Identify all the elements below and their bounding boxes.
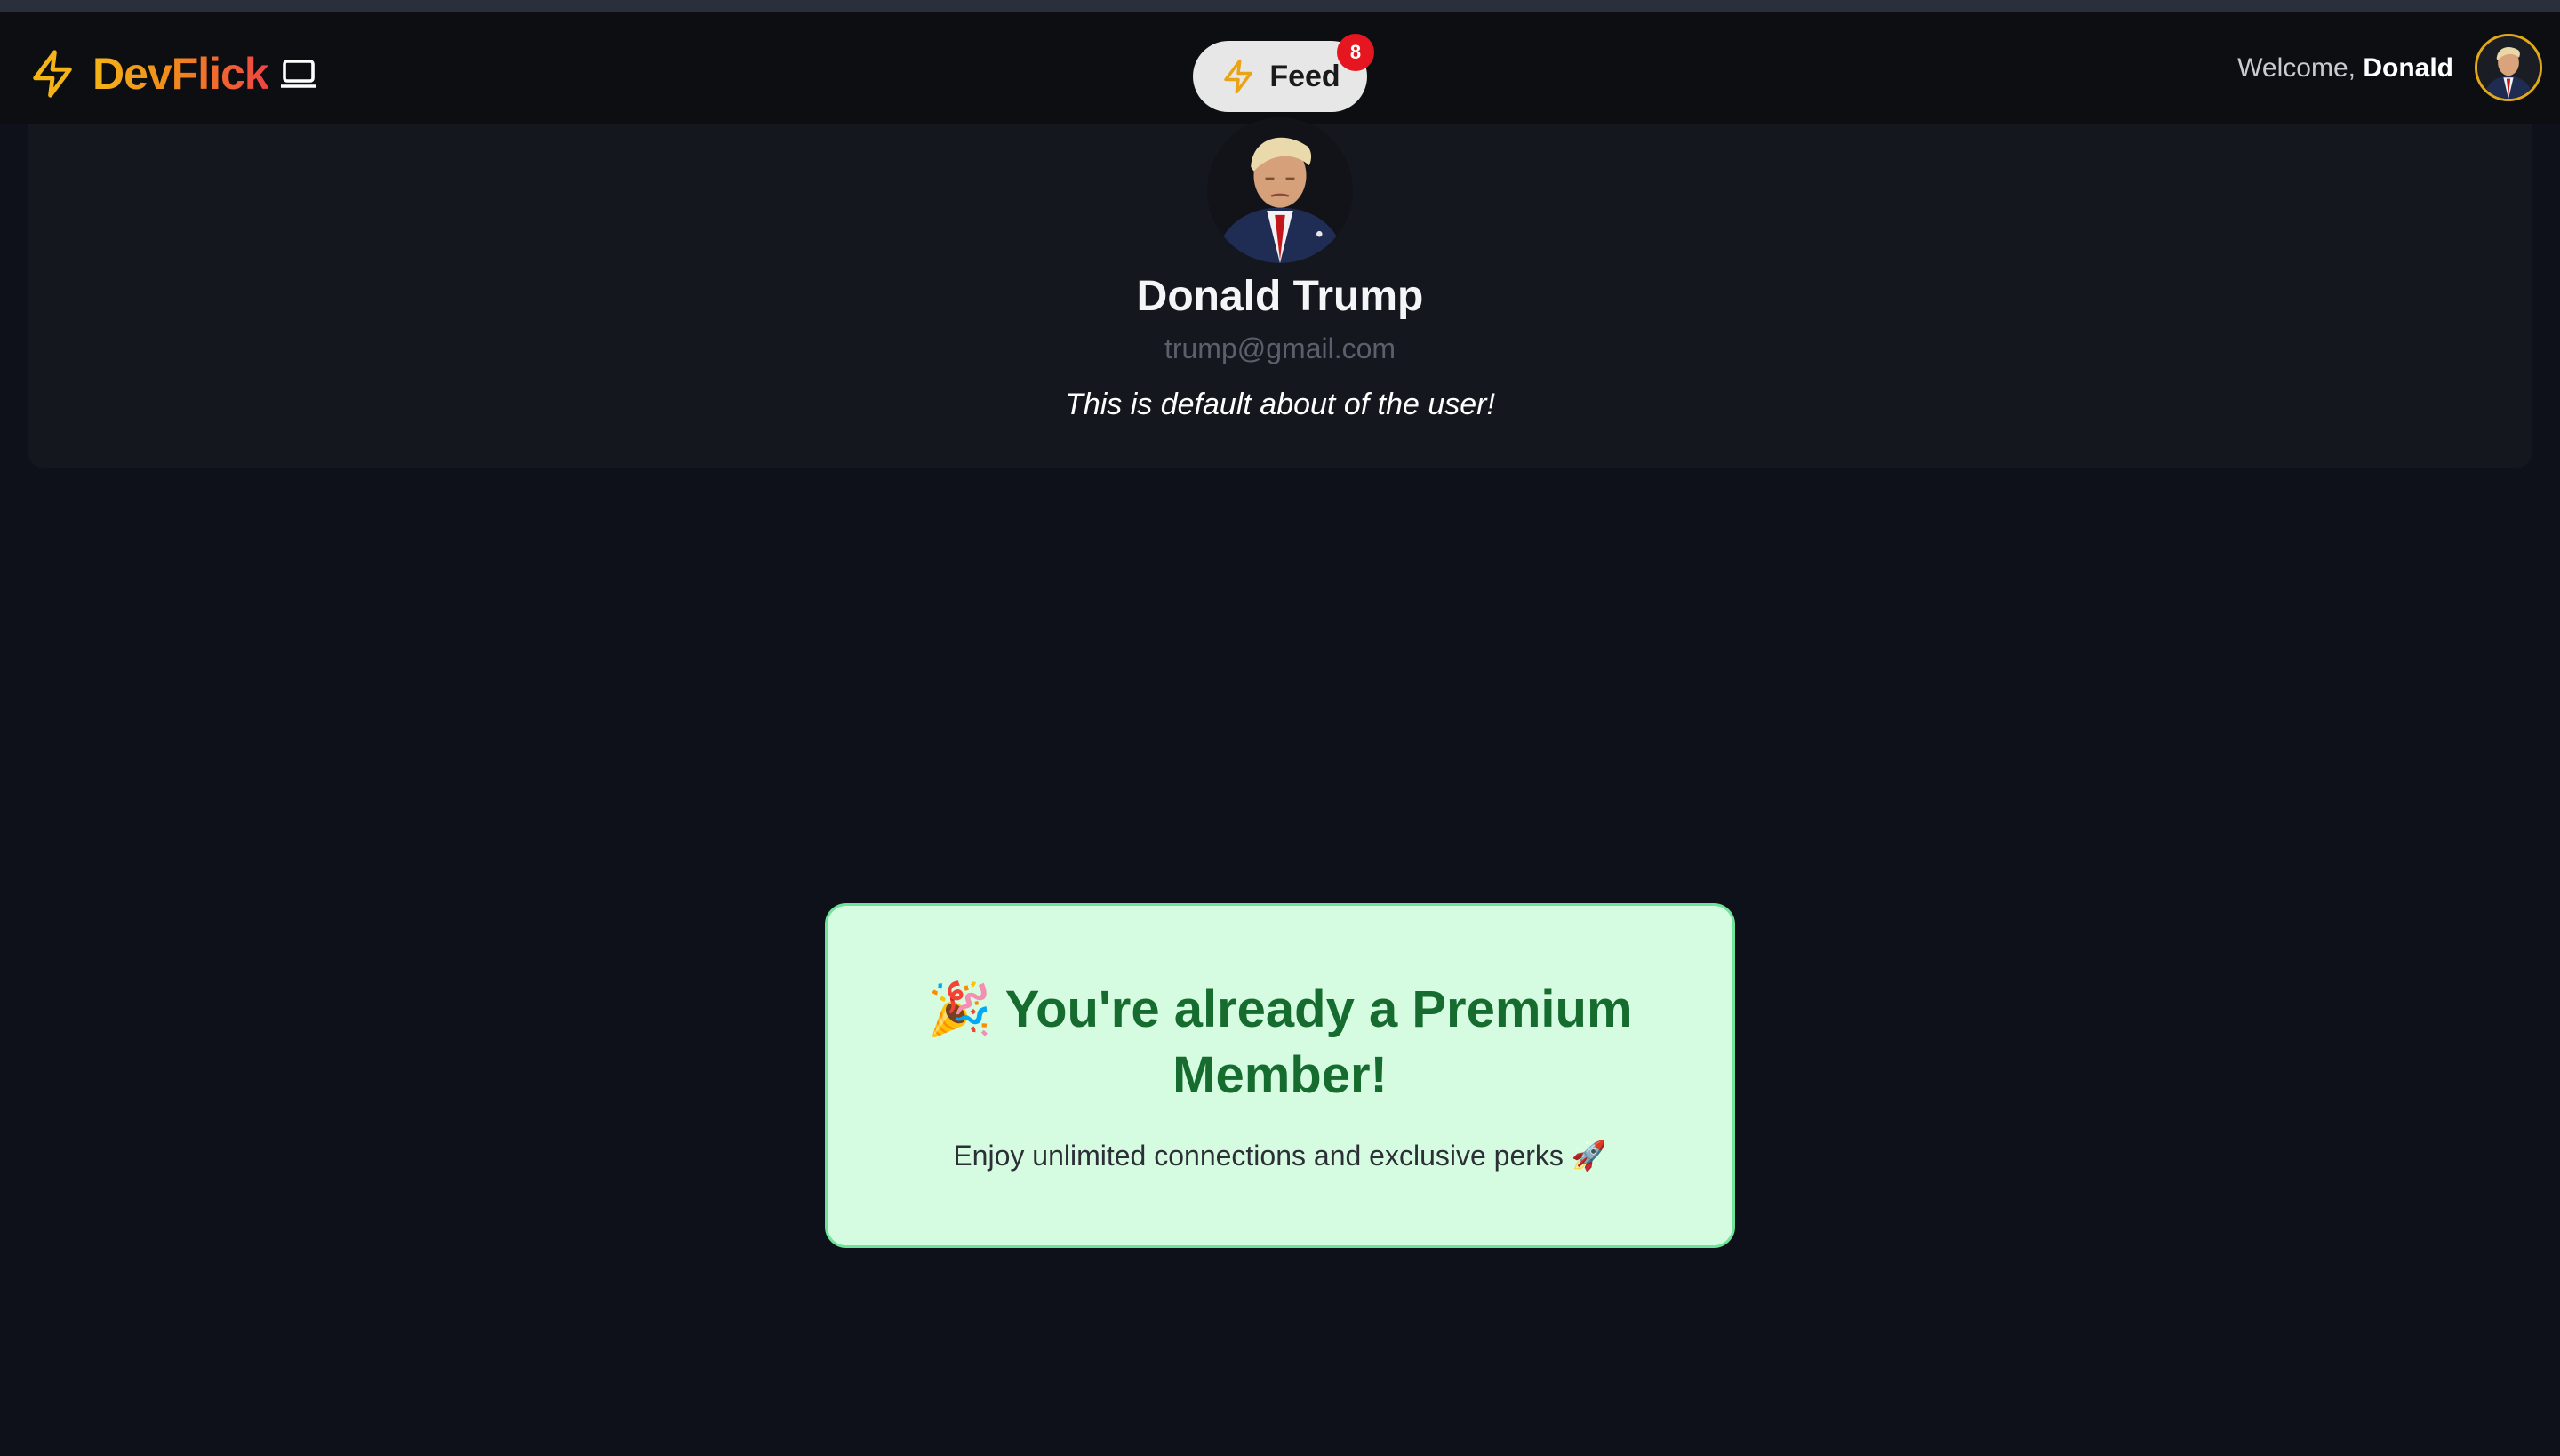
profile-about: This is default about of the user! [1065, 388, 1495, 421]
welcome-username: Donald [2363, 53, 2453, 83]
lightning-bolt-icon [33, 50, 72, 98]
welcome-text: Welcome, Donald [2237, 53, 2453, 84]
avatar-portrait [1207, 117, 1353, 263]
feed-count-badge: 8 [1337, 34, 1374, 71]
feed-button-label: Feed [1269, 59, 1340, 93]
browser-top-strip [0, 0, 2560, 12]
avatar-portrait [2477, 36, 2540, 99]
welcome-prefix: Welcome, [2237, 53, 2356, 83]
profile-email: trump@gmail.com [1164, 332, 1396, 364]
brand-name: DevFlick [92, 49, 269, 99]
user-avatar-menu[interactable] [2475, 34, 2542, 101]
profile-name: Donald Trump [1136, 273, 1424, 320]
premium-subtitle: Enjoy unlimited connections and exclusiv… [953, 1140, 1607, 1172]
laptop-icon [280, 60, 316, 88]
lightning-bolt-icon [1224, 59, 1253, 94]
premium-title: 🎉 You're already a Premium Member! [927, 980, 1633, 1104]
brand-logo[interactable]: DevFlick [27, 43, 320, 105]
premium-status-card: 🎉 You're already a Premium Member! Enjoy… [825, 903, 1735, 1248]
profile-avatar [1207, 117, 1353, 263]
